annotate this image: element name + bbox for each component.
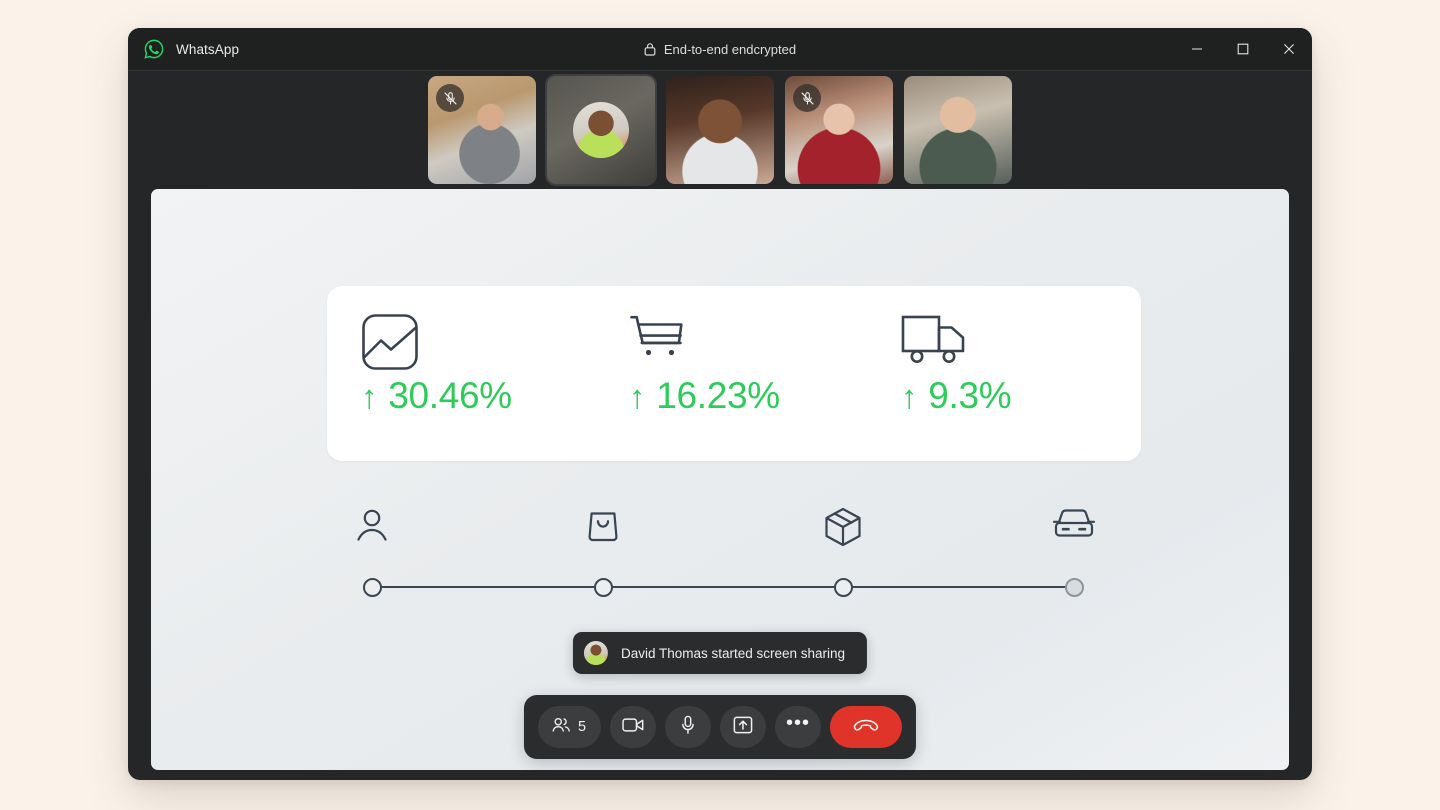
participants-button[interactable]: 5 bbox=[537, 706, 602, 748]
toggle-microphone-button[interactable] bbox=[665, 706, 712, 748]
arrow-up-icon: ↑ bbox=[361, 378, 378, 415]
package-box-icon bbox=[824, 507, 862, 552]
stepper-icons bbox=[357, 507, 1096, 553]
participant-avatar bbox=[583, 641, 608, 665]
title-bar-left: WhatsApp bbox=[128, 38, 239, 60]
stat-percent-2: 16.23% bbox=[656, 375, 780, 416]
stat-item-2: ↑ 16.23% bbox=[601, 286, 869, 461]
mic-off-icon bbox=[436, 84, 464, 112]
share-screen-icon bbox=[733, 715, 753, 740]
toast-message: David Thomas started screen sharing bbox=[620, 645, 846, 661]
participant-video-3 bbox=[666, 76, 774, 184]
end-call-icon bbox=[853, 717, 879, 738]
stepper-node-1[interactable] bbox=[362, 577, 382, 597]
close-button[interactable] bbox=[1266, 28, 1312, 70]
stat-value-1: ↑ 30.46% bbox=[361, 375, 601, 417]
shared-screen: ↑ 30.46% ↑ 16.23% ↑ 9.3% David Thomas st… bbox=[151, 189, 1289, 770]
window-controls bbox=[1174, 28, 1312, 70]
participant-thumbnail-3[interactable] bbox=[666, 76, 774, 184]
stepper-node-2[interactable] bbox=[593, 577, 613, 597]
encryption-label: End-to-end endcrypted bbox=[663, 41, 797, 57]
stat-item-3: ↑ 9.3% bbox=[869, 286, 1141, 461]
share-screen-button[interactable] bbox=[720, 706, 767, 748]
toggle-camera-button[interactable] bbox=[610, 706, 657, 748]
video-camera-icon bbox=[622, 716, 644, 739]
app-title: WhatsApp bbox=[176, 41, 240, 57]
participants-count: 5 bbox=[577, 719, 587, 735]
delivery-truck-icon bbox=[901, 313, 1141, 375]
more-options-button[interactable]: ••• bbox=[775, 706, 822, 748]
participant-thumbnail-strip bbox=[128, 71, 1312, 189]
whatsapp-call-window: WhatsApp End-to-end endcrypted ↑ 30.46% … bbox=[128, 28, 1312, 780]
stat-percent-1: 30.46% bbox=[388, 375, 512, 416]
end-call-button[interactable] bbox=[830, 706, 903, 748]
maximize-button[interactable] bbox=[1220, 28, 1266, 70]
lock-icon bbox=[644, 42, 656, 56]
participant-video-5 bbox=[904, 76, 1012, 184]
more-options-icon: ••• bbox=[786, 711, 811, 734]
avatar bbox=[573, 102, 629, 158]
stage-wrapper: ↑ 30.46% ↑ 16.23% ↑ 9.3% David Thomas st… bbox=[128, 189, 1312, 780]
stats-card: ↑ 30.46% ↑ 16.23% ↑ 9.3% bbox=[327, 286, 1141, 461]
shopping-cart-icon bbox=[629, 313, 869, 375]
car-icon bbox=[1052, 507, 1096, 546]
stepper-track bbox=[372, 586, 1074, 588]
user-icon bbox=[356, 507, 388, 548]
title-bar: WhatsApp End-to-end endcrypted bbox=[128, 28, 1312, 71]
participant-thumbnail-4[interactable] bbox=[785, 76, 893, 184]
participant-thumbnail-2[interactable] bbox=[547, 76, 655, 184]
stepper-node-3[interactable] bbox=[833, 577, 853, 597]
microphone-icon bbox=[679, 715, 697, 740]
whatsapp-logo-icon bbox=[143, 38, 165, 60]
order-progress-stepper bbox=[357, 507, 1096, 607]
stat-value-2: ↑ 16.23% bbox=[629, 375, 869, 417]
screen-share-toast: David Thomas started screen sharing bbox=[572, 632, 868, 674]
stat-percent-3: 9.3% bbox=[928, 375, 1012, 416]
call-control-bar: 5 ••• bbox=[523, 695, 917, 759]
arrow-up-icon: ↑ bbox=[901, 378, 918, 415]
stepper-node-4[interactable] bbox=[1064, 577, 1084, 597]
arrow-up-icon: ↑ bbox=[629, 378, 646, 415]
shopping-bag-icon bbox=[587, 507, 619, 548]
minimize-button[interactable] bbox=[1174, 28, 1220, 70]
participant-thumbnail-5[interactable] bbox=[904, 76, 1012, 184]
mic-off-icon bbox=[793, 84, 821, 112]
people-icon bbox=[551, 715, 571, 740]
encryption-indicator: End-to-end endcrypted bbox=[128, 28, 1312, 70]
stat-value-3: ↑ 9.3% bbox=[901, 375, 1141, 417]
stat-item-1: ↑ 30.46% bbox=[327, 286, 601, 461]
image-chart-icon bbox=[361, 313, 601, 375]
participant-thumbnail-1[interactable] bbox=[428, 76, 536, 184]
